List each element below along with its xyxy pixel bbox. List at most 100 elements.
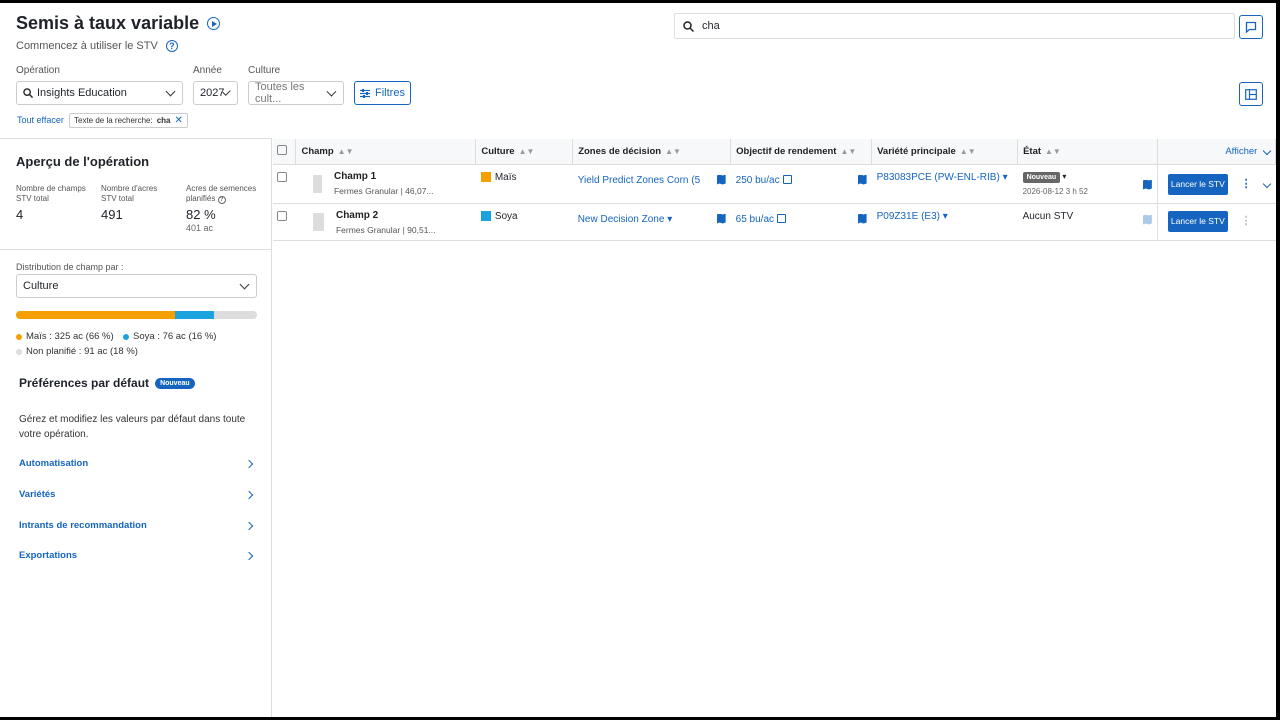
select-all-checkbox[interactable] xyxy=(277,144,287,155)
stat-label: Nombre de champs STV total xyxy=(16,184,86,203)
kebab-icon[interactable]: ⋮ xyxy=(1241,178,1252,190)
map-icon[interactable] xyxy=(716,174,726,185)
column-header-zones[interactable]: Zones de décision ▲▼ xyxy=(572,139,732,165)
fields-table: Champ ▲▼ Culture ▲▼ Zones de décision ▲▼ Ob… xyxy=(273,139,1276,241)
column-header-goal[interactable]: Objectif de rendement ▲▼ xyxy=(730,139,873,165)
distribution-segment-0 xyxy=(16,311,176,319)
dropdown-caret-icon[interactable]: ▾ xyxy=(664,214,672,225)
filters-button[interactable]: Filtres xyxy=(354,81,411,105)
stat-label: Acres de semences planifiés ? xyxy=(186,184,260,204)
chevron-down-icon[interactable] xyxy=(1263,179,1272,189)
stat-sub: 401 ac xyxy=(186,223,214,233)
legend-item: Soya : 76 ac (16 %) xyxy=(123,331,216,342)
sort-icon: ▲▼ xyxy=(959,146,976,156)
filters-button-label: Filtres xyxy=(375,87,405,99)
map-icon[interactable] xyxy=(857,213,867,224)
chevron-down-icon xyxy=(239,279,250,290)
row-checkbox[interactable] xyxy=(277,171,287,182)
external-link-icon[interactable] xyxy=(782,175,792,185)
field-name[interactable]: Champ 1 xyxy=(334,171,434,182)
run-vrs-button[interactable]: Lancer le STV xyxy=(1167,210,1228,232)
pref-link-inputs[interactable]: Intrants de recommandation xyxy=(19,520,254,531)
legend-label: Non planifié : 91 ac (18 %) xyxy=(26,346,138,357)
pref-link-automation[interactable]: Automatisation xyxy=(19,458,254,469)
row-checkbox[interactable] xyxy=(277,210,287,221)
column-label: Zones de décision xyxy=(578,145,662,157)
zone-link[interactable]: Yield Predict Zones Corn (5 xyxy=(578,175,700,186)
pref-link-label: Intrants de recommandation xyxy=(19,520,147,531)
field-cell: Champ 1 Fermes Granular | 46,07... xyxy=(295,164,476,204)
pref-link-label: Automatisation xyxy=(19,458,89,469)
crop-value: Toutes les cult... xyxy=(255,81,305,105)
filter-icon xyxy=(360,88,371,98)
search-icon xyxy=(23,88,33,98)
table-row[interactable]: Champ 2 Fermes Granular | 90,51... Soya … xyxy=(273,203,1276,241)
column-header-variety[interactable]: Variété principale ▲▼ xyxy=(871,139,1019,165)
preferences-description: Gérez et modifiez les valeurs par défaut… xyxy=(19,414,246,440)
status-date: 2026-08-12 3 h 52 xyxy=(1022,186,1088,196)
kebab-icon[interactable]: ⋮ xyxy=(1241,215,1252,227)
chat-button[interactable] xyxy=(1239,15,1263,39)
column-label: Culture xyxy=(481,145,515,157)
distribution-bar xyxy=(16,311,257,319)
dropdown-caret-icon[interactable]: ▾ xyxy=(1060,172,1066,181)
table-row[interactable]: Champ 1 Fermes Granular | 46,07... Maïs … xyxy=(273,164,1276,204)
pref-link-label: Variétés xyxy=(19,489,56,500)
close-icon[interactable]: ✕ xyxy=(175,115,183,126)
variety-link[interactable]: P09Z31E (E3) xyxy=(877,211,940,222)
goal-link[interactable]: 65 bu/ac xyxy=(736,214,774,225)
crop-cell: Soya xyxy=(475,203,573,241)
map-icon[interactable] xyxy=(857,174,867,185)
crop-color-swatch xyxy=(480,210,491,221)
zone-cell: New Decision Zone ▾ xyxy=(572,203,731,241)
legend-label: Soya : 76 ac (16 %) xyxy=(133,331,217,342)
chevron-right-icon xyxy=(244,521,254,530)
chat-icon xyxy=(1245,21,1257,33)
goal-cell: 250 bu/ac xyxy=(730,164,872,204)
column-label: Objectif de rendement xyxy=(736,145,837,157)
variety-link[interactable]: P83083PCE (PW-ENL-RIB) xyxy=(877,172,1000,183)
show-columns-button[interactable]: Afficher xyxy=(1156,139,1276,165)
chevron-right-icon xyxy=(244,459,254,468)
legend-item: Non planifié : 91 ac (18 %) xyxy=(16,346,138,357)
year-select[interactable]: 2027 xyxy=(193,81,238,105)
goal-link[interactable]: 250 bu/ac xyxy=(736,175,780,186)
crop-select[interactable]: Toutes les cult... xyxy=(248,81,344,105)
play-circle-icon[interactable] xyxy=(207,17,221,30)
sort-icon: ▲▼ xyxy=(840,146,857,156)
search-input[interactable]: cha xyxy=(674,13,1235,39)
zone-link[interactable]: New Decision Zone xyxy=(578,214,665,225)
field-details: Fermes Granular | 90,51... xyxy=(335,224,436,235)
layout-button[interactable] xyxy=(1239,82,1263,106)
column-header-crop[interactable]: Culture ▲▼ xyxy=(475,139,574,165)
field-area: 90,51... xyxy=(407,224,436,235)
row-select-cell xyxy=(273,203,296,241)
map-icon[interactable] xyxy=(716,213,726,224)
distribution-segment-1 xyxy=(175,311,214,319)
dropdown-caret-icon[interactable]: ▾ xyxy=(1000,172,1008,183)
column-header-status[interactable]: État ▲▼ xyxy=(1017,139,1158,165)
layout-icon xyxy=(1245,88,1257,100)
map-icon[interactable] xyxy=(1142,179,1152,190)
chevron-right-icon xyxy=(244,551,254,560)
pref-link-exports[interactable]: Exportations xyxy=(19,550,254,561)
column-header-field[interactable]: Champ ▲▼ xyxy=(295,139,477,165)
year-label: Année xyxy=(193,65,222,76)
info-icon[interactable]: ? xyxy=(217,196,226,204)
pref-link-varieties[interactable]: Variétés xyxy=(19,489,254,500)
external-link-icon[interactable] xyxy=(777,214,787,224)
clear-all-link[interactable]: Tout effacer xyxy=(17,115,64,125)
help-icon[interactable]: ? xyxy=(165,40,178,52)
run-vrs-button[interactable]: Lancer le STV xyxy=(1167,173,1228,195)
operation-select[interactable]: Insights Education xyxy=(16,81,183,105)
field-cell: Champ 2 Fermes Granular | 90,51... xyxy=(295,203,476,241)
dropdown-caret-icon[interactable]: ▾ xyxy=(940,211,948,222)
distribution-select[interactable]: Culture xyxy=(16,274,257,298)
farm-name: Fermes Granular xyxy=(333,185,399,196)
column-label: État xyxy=(1023,145,1042,157)
search-value: cha xyxy=(702,20,720,32)
crop-label: Culture xyxy=(248,65,281,76)
divider xyxy=(0,249,271,250)
field-name[interactable]: Champ 2 xyxy=(336,210,436,221)
status-badge: Nouveau xyxy=(1022,171,1061,183)
